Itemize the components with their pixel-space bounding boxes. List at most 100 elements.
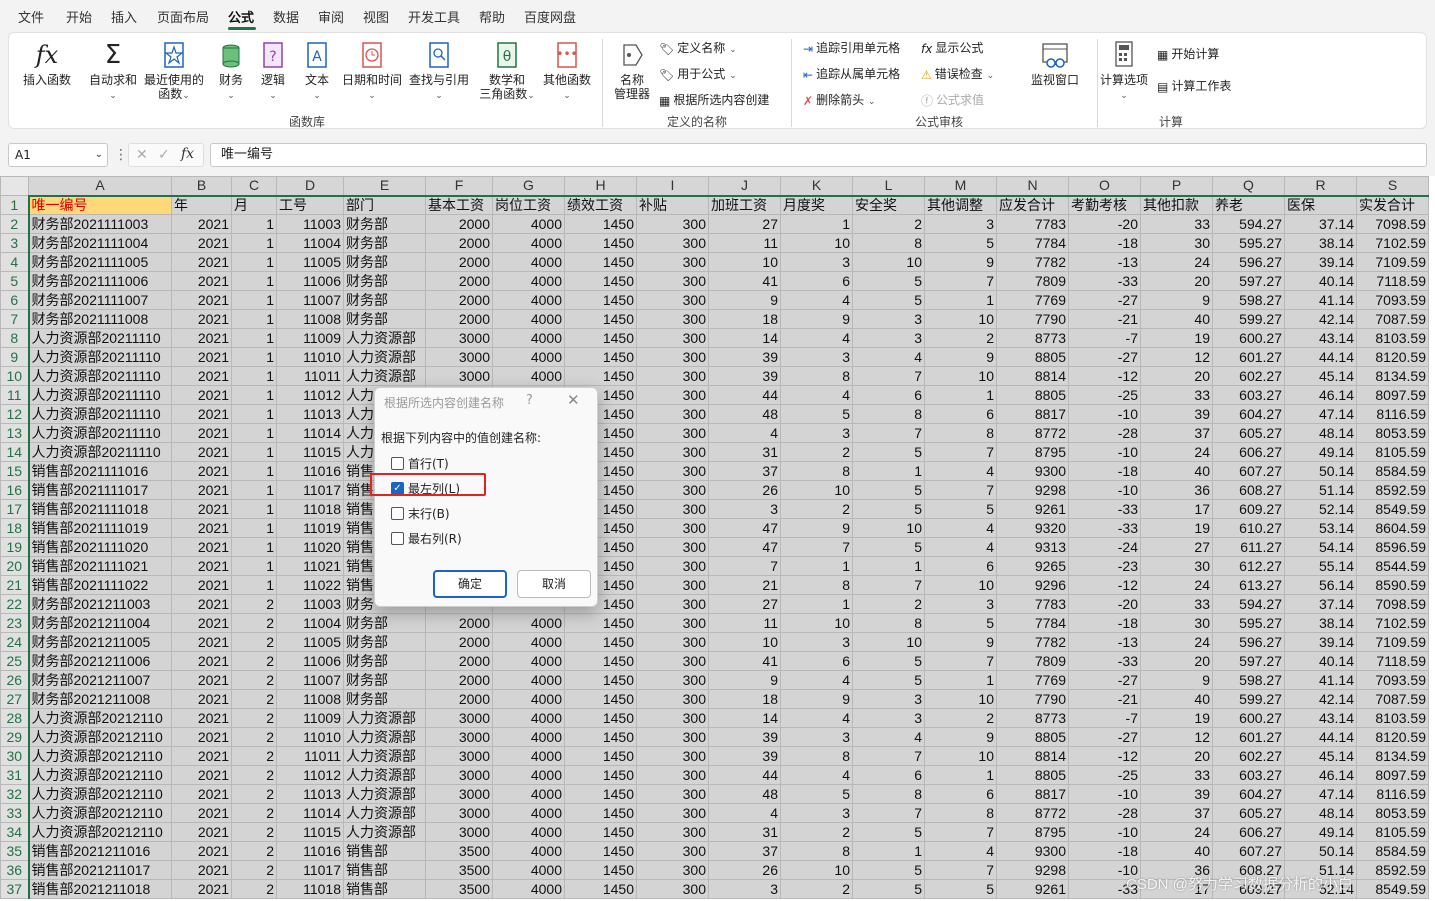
recent-functions-button[interactable]: 最近使用的 函数⌄ (141, 39, 207, 103)
cell[interactable]: 39.14 (1284, 252, 1357, 272)
cell[interactable]: 20 (1140, 366, 1213, 386)
cell[interactable]: -28 (1068, 803, 1141, 823)
cell[interactable]: 4000 (492, 613, 565, 633)
cell[interactable]: 46.14 (1284, 385, 1357, 405)
cell[interactable]: 601.27 (1212, 727, 1285, 747)
cell[interactable]: 4 (780, 290, 853, 310)
cell[interactable]: 3000 (425, 727, 493, 747)
cell[interactable]: 607.27 (1212, 461, 1285, 481)
cell[interactable]: 24 (1140, 632, 1213, 652)
row-header[interactable]: 22 (0, 594, 30, 614)
calc-options-button[interactable]: 计算选项 ⌄ (1099, 39, 1149, 103)
cell[interactable]: 1 (231, 328, 277, 348)
cell[interactable]: 10 (924, 366, 997, 386)
cell[interactable]: 7783 (996, 594, 1069, 614)
column-header[interactable]: L (852, 176, 925, 197)
cell[interactable]: 41 (708, 651, 781, 671)
cell[interactable]: 11011 (276, 746, 344, 766)
cell[interactable]: 39 (708, 347, 781, 367)
row-header[interactable]: 5 (0, 271, 30, 291)
cell[interactable]: 3 (924, 594, 997, 614)
cell[interactable]: 4000 (492, 309, 565, 329)
cell[interactable]: 人力资源部20212110 (28, 708, 172, 728)
cell[interactable]: 1450 (564, 290, 637, 310)
cell[interactable]: 7 (852, 803, 925, 823)
insert-function-button[interactable]: fx 插入函数 (19, 39, 75, 87)
cell[interactable]: 医保 (1284, 195, 1357, 215)
cell[interactable]: 7784 (996, 613, 1069, 633)
cell[interactable]: 8 (780, 746, 853, 766)
cell[interactable]: 594.27 (1212, 594, 1285, 614)
cell[interactable]: 300 (636, 442, 709, 462)
row-header[interactable]: 13 (0, 423, 30, 443)
cell[interactable]: 8604.59 (1356, 518, 1429, 538)
cell[interactable]: 3 (852, 328, 925, 348)
cell[interactable]: 300 (636, 537, 709, 557)
cell[interactable]: 1 (852, 556, 925, 576)
cell[interactable]: 财务部 (343, 309, 426, 329)
cell[interactable]: 9313 (996, 537, 1069, 557)
cell[interactable]: 300 (636, 689, 709, 709)
cell[interactable]: 300 (636, 499, 709, 519)
cell[interactable]: 44.14 (1284, 727, 1357, 747)
cell[interactable]: 50.14 (1284, 841, 1357, 861)
cell[interactable]: 3 (780, 727, 853, 747)
cell[interactable]: 5 (924, 233, 997, 253)
cell[interactable]: 49.14 (1284, 442, 1357, 462)
cell[interactable]: 14 (708, 708, 781, 728)
cell[interactable]: 7809 (996, 271, 1069, 291)
cell[interactable]: 10 (780, 480, 853, 500)
cell[interactable]: 27 (708, 594, 781, 614)
cell[interactable]: 1 (780, 556, 853, 576)
cell[interactable]: 43.14 (1284, 708, 1357, 728)
cell[interactable]: 7 (852, 423, 925, 443)
cell[interactable]: 1450 (564, 214, 637, 234)
cell[interactable]: 54.14 (1284, 537, 1357, 557)
cell[interactable]: 1 (231, 233, 277, 253)
row-header[interactable]: 6 (0, 290, 30, 310)
cell[interactable]: 4000 (492, 803, 565, 823)
cell[interactable]: 599.27 (1212, 689, 1285, 709)
cell[interactable]: 1 (231, 480, 277, 500)
cell[interactable]: 300 (636, 632, 709, 652)
row-header[interactable]: 21 (0, 575, 30, 595)
cell[interactable]: 4000 (492, 689, 565, 709)
cell[interactable]: 人力资源部 (343, 803, 426, 823)
cell[interactable]: 1450 (564, 879, 637, 899)
cell[interactable]: 2021 (171, 613, 232, 633)
row-header[interactable]: 31 (0, 765, 30, 785)
cell[interactable]: 7 (924, 480, 997, 500)
confirm-check-icon[interactable]: ✓ (158, 147, 170, 163)
cell[interactable]: 2021 (171, 784, 232, 804)
cell[interactable]: 7118.59 (1356, 651, 1429, 671)
cell[interactable]: 7 (708, 556, 781, 576)
cell[interactable]: 3000 (425, 366, 493, 386)
cell[interactable]: 6 (924, 556, 997, 576)
cell[interactable]: 33 (1140, 214, 1213, 234)
cell[interactable]: 595.27 (1212, 233, 1285, 253)
menu-tab-10[interactable]: 百度网盘 (524, 7, 576, 26)
cell[interactable]: 3 (924, 214, 997, 234)
row-header[interactable]: 19 (0, 537, 30, 557)
cell[interactable]: 养老 (1212, 195, 1285, 215)
cell[interactable]: 人力资源部 (343, 328, 426, 348)
cell[interactable]: 8103.59 (1356, 328, 1429, 348)
cell[interactable]: -13 (1068, 632, 1141, 652)
cell[interactable]: 1 (231, 214, 277, 234)
cell[interactable]: 2 (231, 632, 277, 652)
cell[interactable]: 销售部2021111019 (28, 518, 172, 538)
cell[interactable]: 47 (708, 537, 781, 557)
cell[interactable]: 8053.59 (1356, 423, 1429, 443)
cell[interactable]: 300 (636, 727, 709, 747)
cell[interactable]: 3 (780, 632, 853, 652)
cell[interactable]: 1 (852, 461, 925, 481)
cell[interactable]: 598.27 (1212, 670, 1285, 690)
cell[interactable]: 24 (1140, 822, 1213, 842)
cell[interactable]: 8 (780, 841, 853, 861)
cell[interactable]: 8584.59 (1356, 461, 1429, 481)
cell[interactable]: -18 (1068, 461, 1141, 481)
cell[interactable]: 人力资源部20212110 (28, 803, 172, 823)
cell[interactable]: 300 (636, 461, 709, 481)
cell[interactable]: 唯一编号 (28, 195, 172, 215)
cell[interactable]: 8805 (996, 385, 1069, 405)
